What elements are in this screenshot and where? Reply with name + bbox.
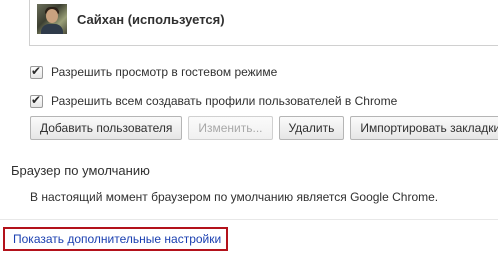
section-divider — [0, 219, 498, 220]
show-advanced-settings-link[interactable]: Показать дополнительные настройки — [13, 232, 221, 246]
avatar — [37, 4, 67, 34]
user-name: Сайхан (используется) — [77, 11, 225, 27]
avatar-head — [46, 9, 58, 23]
user-row-current[interactable]: Сайхан (используется) — [37, 4, 225, 34]
add-user-button[interactable]: Добавить пользователя — [30, 116, 183, 140]
users-list[interactable]: Сайхан (используется) — [29, 0, 498, 46]
settings-page: Сайхан (используется) ✔ Разрешить просмо… — [0, 0, 498, 257]
user-actions-toolbar: Добавить пользователя Изменить... Удалит… — [30, 116, 498, 140]
default-browser-status: В настоящий момент браузером по умолчани… — [30, 190, 439, 204]
check-icon: ✔ — [31, 63, 42, 78]
delete-user-button[interactable]: Удалить — [278, 116, 345, 140]
allow-profile-creation-checkbox[interactable]: ✔ — [30, 92, 43, 108]
avatar-shirt — [41, 24, 63, 34]
import-bookmarks-button[interactable]: Импортировать закладки — [350, 116, 498, 140]
guest-browsing-label: Разрешить просмотр в гостевом режиме — [51, 65, 278, 79]
guest-browsing-option[interactable]: ✔ Разрешить просмотр в гостевом режиме — [30, 63, 278, 79]
default-browser-heading: Браузер по умолчанию — [11, 163, 150, 178]
edit-user-button[interactable]: Изменить... — [188, 116, 273, 140]
allow-profile-creation-option[interactable]: ✔ Разрешить всем создавать профили польз… — [30, 92, 398, 108]
guest-browsing-checkbox[interactable]: ✔ — [30, 63, 43, 79]
check-icon: ✔ — [31, 92, 42, 107]
advanced-settings-highlight: Показать дополнительные настройки — [3, 227, 228, 251]
allow-profile-creation-label: Разрешить всем создавать профили пользов… — [51, 94, 398, 108]
